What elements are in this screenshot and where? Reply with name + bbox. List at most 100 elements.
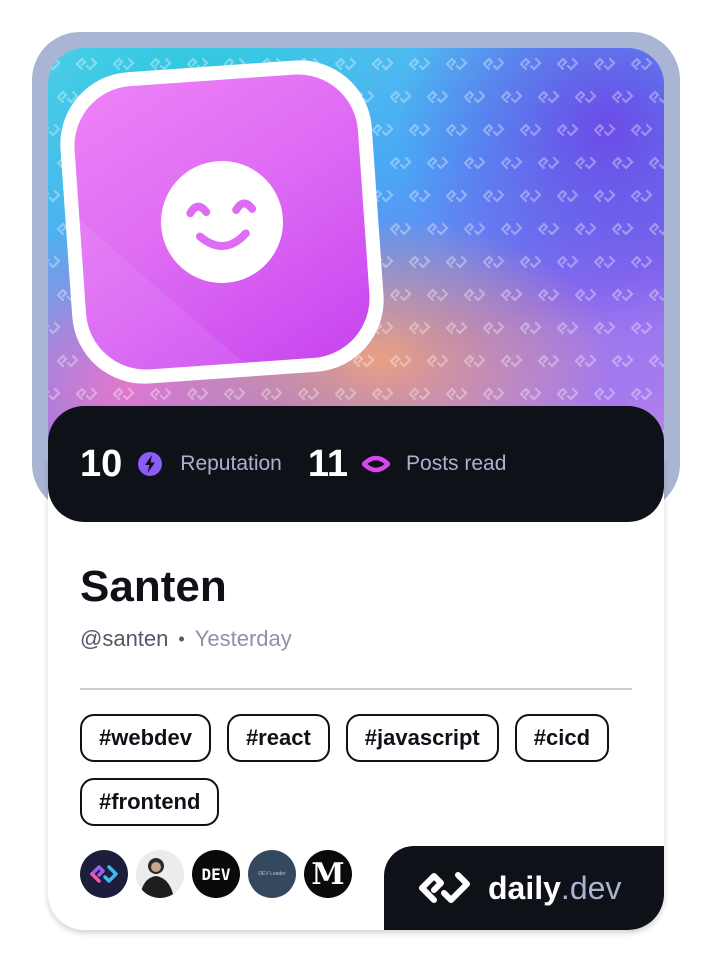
- medium-icon[interactable]: M: [304, 850, 352, 898]
- pattern-logo-icon: [500, 90, 523, 104]
- tag-webdev[interactable]: #webdev: [80, 714, 211, 762]
- pattern-logo-icon: [593, 189, 616, 203]
- pattern-logo-icon: [334, 57, 357, 71]
- tag-react[interactable]: #react: [226, 714, 330, 762]
- pattern-logo-icon: [556, 387, 579, 401]
- dev-leader-icon[interactable]: DEV Leader: [248, 850, 296, 898]
- profile-meta: @santen • Yesterday: [80, 626, 292, 652]
- pattern-logo-icon: [611, 156, 634, 170]
- dev-to-icon[interactable]: DEV: [192, 850, 240, 898]
- reputation-label: Reputation: [180, 452, 282, 475]
- pattern-logo-icon: [648, 156, 664, 170]
- pattern-logo-icon: [112, 387, 135, 401]
- pattern-logo-icon: [408, 189, 431, 203]
- pattern-logo-icon: [611, 222, 634, 236]
- pattern-logo-icon: [48, 123, 61, 137]
- pattern-logo-icon: [260, 387, 283, 401]
- pattern-logo-icon: [371, 57, 394, 71]
- pattern-logo-icon: [223, 387, 246, 401]
- pattern-logo-icon: [56, 354, 79, 368]
- pattern-logo-icon: [500, 288, 523, 302]
- pattern-logo-icon: [149, 387, 172, 401]
- pattern-logo-icon: [186, 387, 209, 401]
- person-avatar-icon[interactable]: [136, 850, 184, 898]
- pattern-logo-icon: [537, 156, 560, 170]
- pattern-logo-icon: [426, 222, 449, 236]
- tag-frontend[interactable]: #frontend: [80, 778, 220, 826]
- profile-avatar[interactable]: [55, 55, 389, 389]
- stats-bar: 10 Reputation 11 Posts read: [48, 406, 664, 522]
- pattern-logo-icon: [371, 123, 394, 137]
- pattern-logo-icon: [463, 222, 486, 236]
- pattern-logo-icon: [75, 57, 98, 71]
- pattern-logo-icon: [445, 57, 468, 71]
- reputation-stat: 10 Reputation: [80, 443, 282, 486]
- pattern-logo-icon: [556, 321, 579, 335]
- pattern-logo-icon: [500, 222, 523, 236]
- pattern-logo-icon: [48, 255, 61, 269]
- avatar-background: [70, 70, 374, 374]
- pattern-logo-icon: [630, 123, 653, 137]
- pattern-logo-icon: [48, 321, 61, 335]
- pattern-logo-icon: [648, 222, 664, 236]
- pattern-logo-icon: [537, 354, 560, 368]
- source-list: DEV DEV Leader M: [80, 850, 360, 898]
- tag-cicd[interactable]: #cicd: [514, 714, 610, 762]
- pattern-logo-icon: [426, 288, 449, 302]
- pattern-logo-icon: [574, 156, 597, 170]
- pattern-logo-icon: [556, 123, 579, 137]
- pattern-logo-icon: [556, 255, 579, 269]
- pattern-logo-icon: [426, 156, 449, 170]
- pattern-logo-icon: [426, 90, 449, 104]
- pattern-logo-icon: [482, 57, 505, 71]
- pattern-logo-icon: [445, 321, 468, 335]
- posts-read-value: 11: [307, 442, 349, 485]
- pattern-logo-icon: [408, 57, 431, 71]
- pattern-logo-icon: [445, 387, 468, 401]
- pattern-logo-icon: [149, 57, 172, 71]
- pattern-logo-icon: [611, 90, 634, 104]
- pattern-logo-icon: [648, 288, 664, 302]
- pattern-logo-icon: [48, 57, 61, 71]
- daily-dev-source-icon[interactable]: [80, 850, 128, 898]
- pattern-logo-icon: [630, 387, 653, 401]
- posts-read-label: Posts read: [406, 452, 507, 475]
- lightning-icon: [138, 452, 163, 476]
- pattern-logo-icon: [389, 222, 412, 236]
- pattern-logo-icon: [519, 387, 542, 401]
- pattern-logo-icon: [519, 321, 542, 335]
- pattern-logo-icon: [630, 255, 653, 269]
- pattern-logo-icon: [334, 387, 357, 401]
- pattern-logo-icon: [408, 123, 431, 137]
- pattern-logo-icon: [648, 90, 664, 104]
- pattern-logo-icon: [482, 123, 505, 137]
- pattern-logo-icon: [389, 90, 412, 104]
- pattern-logo-icon: [482, 255, 505, 269]
- pattern-logo-icon: [611, 288, 634, 302]
- pattern-logo-icon: [574, 354, 597, 368]
- pattern-logo-icon: [593, 255, 616, 269]
- pattern-logo-icon: [593, 387, 616, 401]
- tag-javascript[interactable]: #javascript: [345, 714, 499, 762]
- divider: [80, 688, 632, 690]
- pattern-logo-icon: [611, 354, 634, 368]
- pattern-logo-icon: [463, 288, 486, 302]
- pattern-logo-icon: [556, 189, 579, 203]
- pattern-logo-icon: [389, 354, 412, 368]
- pattern-logo-icon: [648, 354, 664, 368]
- pattern-logo-icon: [297, 387, 320, 401]
- joined-time: Yesterday: [194, 626, 292, 651]
- smiley-face-icon: [161, 161, 283, 283]
- pattern-logo-icon: [48, 387, 61, 401]
- pattern-logo-icon: [463, 156, 486, 170]
- pattern-logo-icon: [482, 387, 505, 401]
- pattern-logo-icon: [593, 123, 616, 137]
- brand-name: daily.dev: [488, 869, 622, 906]
- posts-read-stat: 11 Posts read: [308, 443, 507, 486]
- pattern-logo-icon: [537, 222, 560, 236]
- pattern-logo-icon: [574, 222, 597, 236]
- pattern-logo-icon: [463, 90, 486, 104]
- pattern-logo-icon: [593, 57, 616, 71]
- pattern-logo-icon: [112, 57, 135, 71]
- pattern-logo-icon: [519, 123, 542, 137]
